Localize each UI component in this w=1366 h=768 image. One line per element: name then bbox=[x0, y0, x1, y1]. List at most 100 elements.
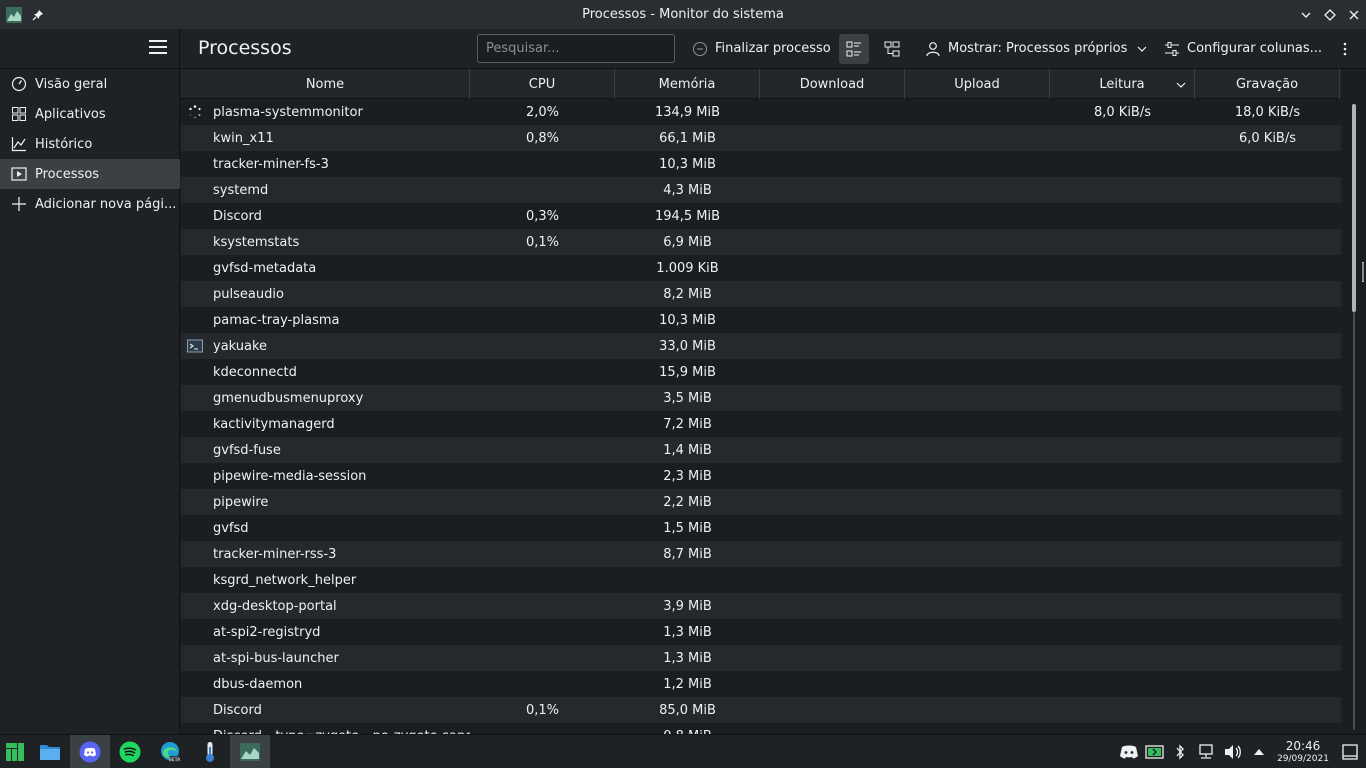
table-row[interactable]: kwin_x11 0,8% 66,1 MiB 6,0 KiB/s bbox=[181, 125, 1341, 151]
pin-icon[interactable] bbox=[28, 0, 48, 29]
cell-read: 8,0 KiB/s bbox=[1050, 99, 1195, 125]
sidebar-item-overview[interactable]: Visão geral bbox=[0, 69, 180, 99]
column-header-memory[interactable]: Memória bbox=[615, 69, 760, 99]
cell-write-text: 18,0 KiB/s bbox=[1234, 104, 1301, 120]
manjaro-icon[interactable] bbox=[0, 735, 30, 768]
volume-icon[interactable] bbox=[1222, 735, 1244, 768]
kill-process-button[interactable]: Finalizar processo bbox=[692, 34, 831, 63]
page-title: Processos bbox=[198, 37, 292, 59]
spotify-icon[interactable] bbox=[110, 735, 150, 768]
sidebar-item-label: Adicionar nova pági... bbox=[35, 196, 177, 212]
table-row[interactable]: gvfsd-metadata 1.009 KiB bbox=[181, 255, 1341, 281]
column-header-read[interactable]: Leitura bbox=[1050, 69, 1195, 99]
system-monitor-app-icon[interactable] bbox=[0, 0, 28, 29]
cell-cpu bbox=[470, 255, 615, 281]
clock-date: 29/09/2021 bbox=[1277, 754, 1329, 764]
vertical-scrollbar[interactable] bbox=[1350, 104, 1358, 730]
table-row[interactable]: at-spi2-registryd 1,3 MiB bbox=[181, 619, 1341, 645]
sidebar-item-applications[interactable]: Aplicativos bbox=[0, 99, 180, 129]
hamburger-menu-icon[interactable] bbox=[149, 40, 167, 56]
table-row[interactable]: Discord 0,1% 85,0 MiB bbox=[181, 697, 1341, 723]
table-row[interactable]: dbus-daemon 1,2 MiB bbox=[181, 671, 1341, 697]
cell-name: Discord bbox=[181, 697, 470, 723]
cell-memory: 10,3 MiB bbox=[615, 151, 760, 177]
battery-icon[interactable] bbox=[1144, 735, 1166, 768]
sidebar-item-add-page[interactable]: Adicionar nova pági... bbox=[0, 189, 180, 219]
column-header-download[interactable]: Download bbox=[760, 69, 905, 99]
minimize-button[interactable] bbox=[1294, 0, 1318, 29]
configure-columns-button[interactable]: Configurar colunas... bbox=[1164, 34, 1322, 63]
table-row[interactable]: pipewire 2,2 MiB bbox=[181, 489, 1341, 515]
cell-name-text: yakuake bbox=[213, 338, 268, 354]
network-icon[interactable] bbox=[1196, 735, 1216, 768]
table-row[interactable]: pipewire-media-session 2,3 MiB bbox=[181, 463, 1341, 489]
process-table[interactable]: Nome CPU Memória Download Upload Leitura… bbox=[181, 69, 1341, 734]
cell-memory: 66,1 MiB bbox=[615, 125, 760, 151]
table-row[interactable]: plasma-systemmonitor 2,0% 134,9 MiB 8,0 KiB… bbox=[181, 99, 1341, 125]
cell-cpu bbox=[470, 489, 615, 515]
cell-memory-text: 66,1 MiB bbox=[659, 130, 716, 146]
table-row[interactable]: systemd 4,3 MiB bbox=[181, 177, 1341, 203]
column-header-upload[interactable]: Upload bbox=[905, 69, 1050, 99]
close-button[interactable] bbox=[1342, 0, 1366, 29]
show-desktop-icon[interactable] bbox=[1340, 735, 1360, 768]
sidebar-item-processes[interactable]: Processos bbox=[0, 159, 180, 189]
table-row[interactable]: ksystemstats 0,1% 6,9 MiB bbox=[181, 229, 1341, 255]
scrollbar-thumb[interactable] bbox=[1352, 104, 1356, 312]
thermometer-icon[interactable] bbox=[190, 735, 230, 768]
tree-view-button[interactable] bbox=[877, 34, 907, 64]
cell-cpu bbox=[470, 567, 615, 593]
show-filter-dropdown[interactable]: Mostrar: Processos próprios bbox=[925, 34, 1147, 63]
more-options-icon[interactable] bbox=[1337, 34, 1353, 63]
table-row[interactable]: yakuake 33,0 MiB bbox=[181, 333, 1341, 359]
system-monitor-taskbar-icon[interactable] bbox=[230, 735, 270, 768]
cell-memory: 1.009 KiB bbox=[615, 255, 760, 281]
table-row[interactable]: tracker-miner-rss-3 8,7 MiB bbox=[181, 541, 1341, 567]
file-manager-icon[interactable] bbox=[30, 735, 70, 768]
clock[interactable]: 20:46 29/09/2021 bbox=[1270, 739, 1336, 765]
table-row[interactable]: xdg-desktop-portal 3,9 MiB bbox=[181, 593, 1341, 619]
cell-cpu bbox=[470, 437, 615, 463]
table-row[interactable]: gvfsd 1,5 MiB bbox=[181, 515, 1341, 541]
column-header-cpu[interactable]: CPU bbox=[470, 69, 615, 99]
chevron-down-icon bbox=[1137, 44, 1147, 54]
search-input[interactable] bbox=[477, 34, 675, 63]
maximize-button[interactable] bbox=[1318, 0, 1342, 29]
sidebar-item-history[interactable]: Histórico bbox=[0, 129, 180, 159]
discord-icon[interactable] bbox=[70, 735, 110, 768]
table-row[interactable]: gvfsd-fuse 1,4 MiB bbox=[181, 437, 1341, 463]
cell-write bbox=[1195, 281, 1340, 307]
edge-beta-icon[interactable]: BETA bbox=[150, 735, 190, 768]
svg-text:BETA: BETA bbox=[169, 757, 181, 763]
column-header-name[interactable]: Nome bbox=[181, 69, 470, 99]
table-row[interactable]: tracker-miner-fs-3 10,3 MiB bbox=[181, 151, 1341, 177]
cell-read bbox=[1050, 567, 1195, 593]
table-row[interactable]: ksgrd_network_helper bbox=[181, 567, 1341, 593]
table-row[interactable]: Discord 0,3% 194,5 MiB bbox=[181, 203, 1341, 229]
cell-cpu bbox=[470, 723, 615, 734]
cell-upload bbox=[905, 723, 1050, 734]
cell-name-text: gmenudbusmenuproxy bbox=[213, 390, 364, 406]
table-row[interactable]: kactivitymanagerd 7,2 MiB bbox=[181, 411, 1341, 437]
table-row[interactable]: kdeconnectd 15,9 MiB bbox=[181, 359, 1341, 385]
table-row[interactable]: gmenudbusmenuproxy 3,5 MiB bbox=[181, 385, 1341, 411]
table-row[interactable]: pamac-tray-plasma 10,3 MiB bbox=[181, 307, 1341, 333]
expand-tray-icon[interactable] bbox=[1250, 735, 1268, 768]
cell-memory: 33,0 MiB bbox=[615, 333, 760, 359]
bluetooth-icon[interactable] bbox=[1172, 735, 1188, 768]
discord-tray-icon[interactable] bbox=[1118, 735, 1140, 768]
scrollbar-track[interactable] bbox=[1353, 312, 1355, 730]
cell-memory: 1,3 MiB bbox=[615, 619, 760, 645]
table-row[interactable]: Discord --type=zygote --no-zygote-sand..… bbox=[181, 723, 1341, 734]
cell-name-text: at-spi-bus-launcher bbox=[213, 650, 339, 666]
cell-cpu bbox=[470, 411, 615, 437]
cell-write bbox=[1195, 411, 1340, 437]
list-view-button[interactable] bbox=[839, 34, 869, 64]
table-row[interactable]: at-spi-bus-launcher 1,3 MiB bbox=[181, 645, 1341, 671]
cell-memory-text: 2,3 MiB bbox=[663, 468, 712, 484]
column-header-write[interactable]: Gravação bbox=[1195, 69, 1340, 99]
cell-read bbox=[1050, 229, 1195, 255]
cell-cpu bbox=[470, 177, 615, 203]
table-row[interactable]: pulseaudio 8,2 MiB bbox=[181, 281, 1341, 307]
cell-name-text: xdg-desktop-portal bbox=[213, 598, 337, 614]
